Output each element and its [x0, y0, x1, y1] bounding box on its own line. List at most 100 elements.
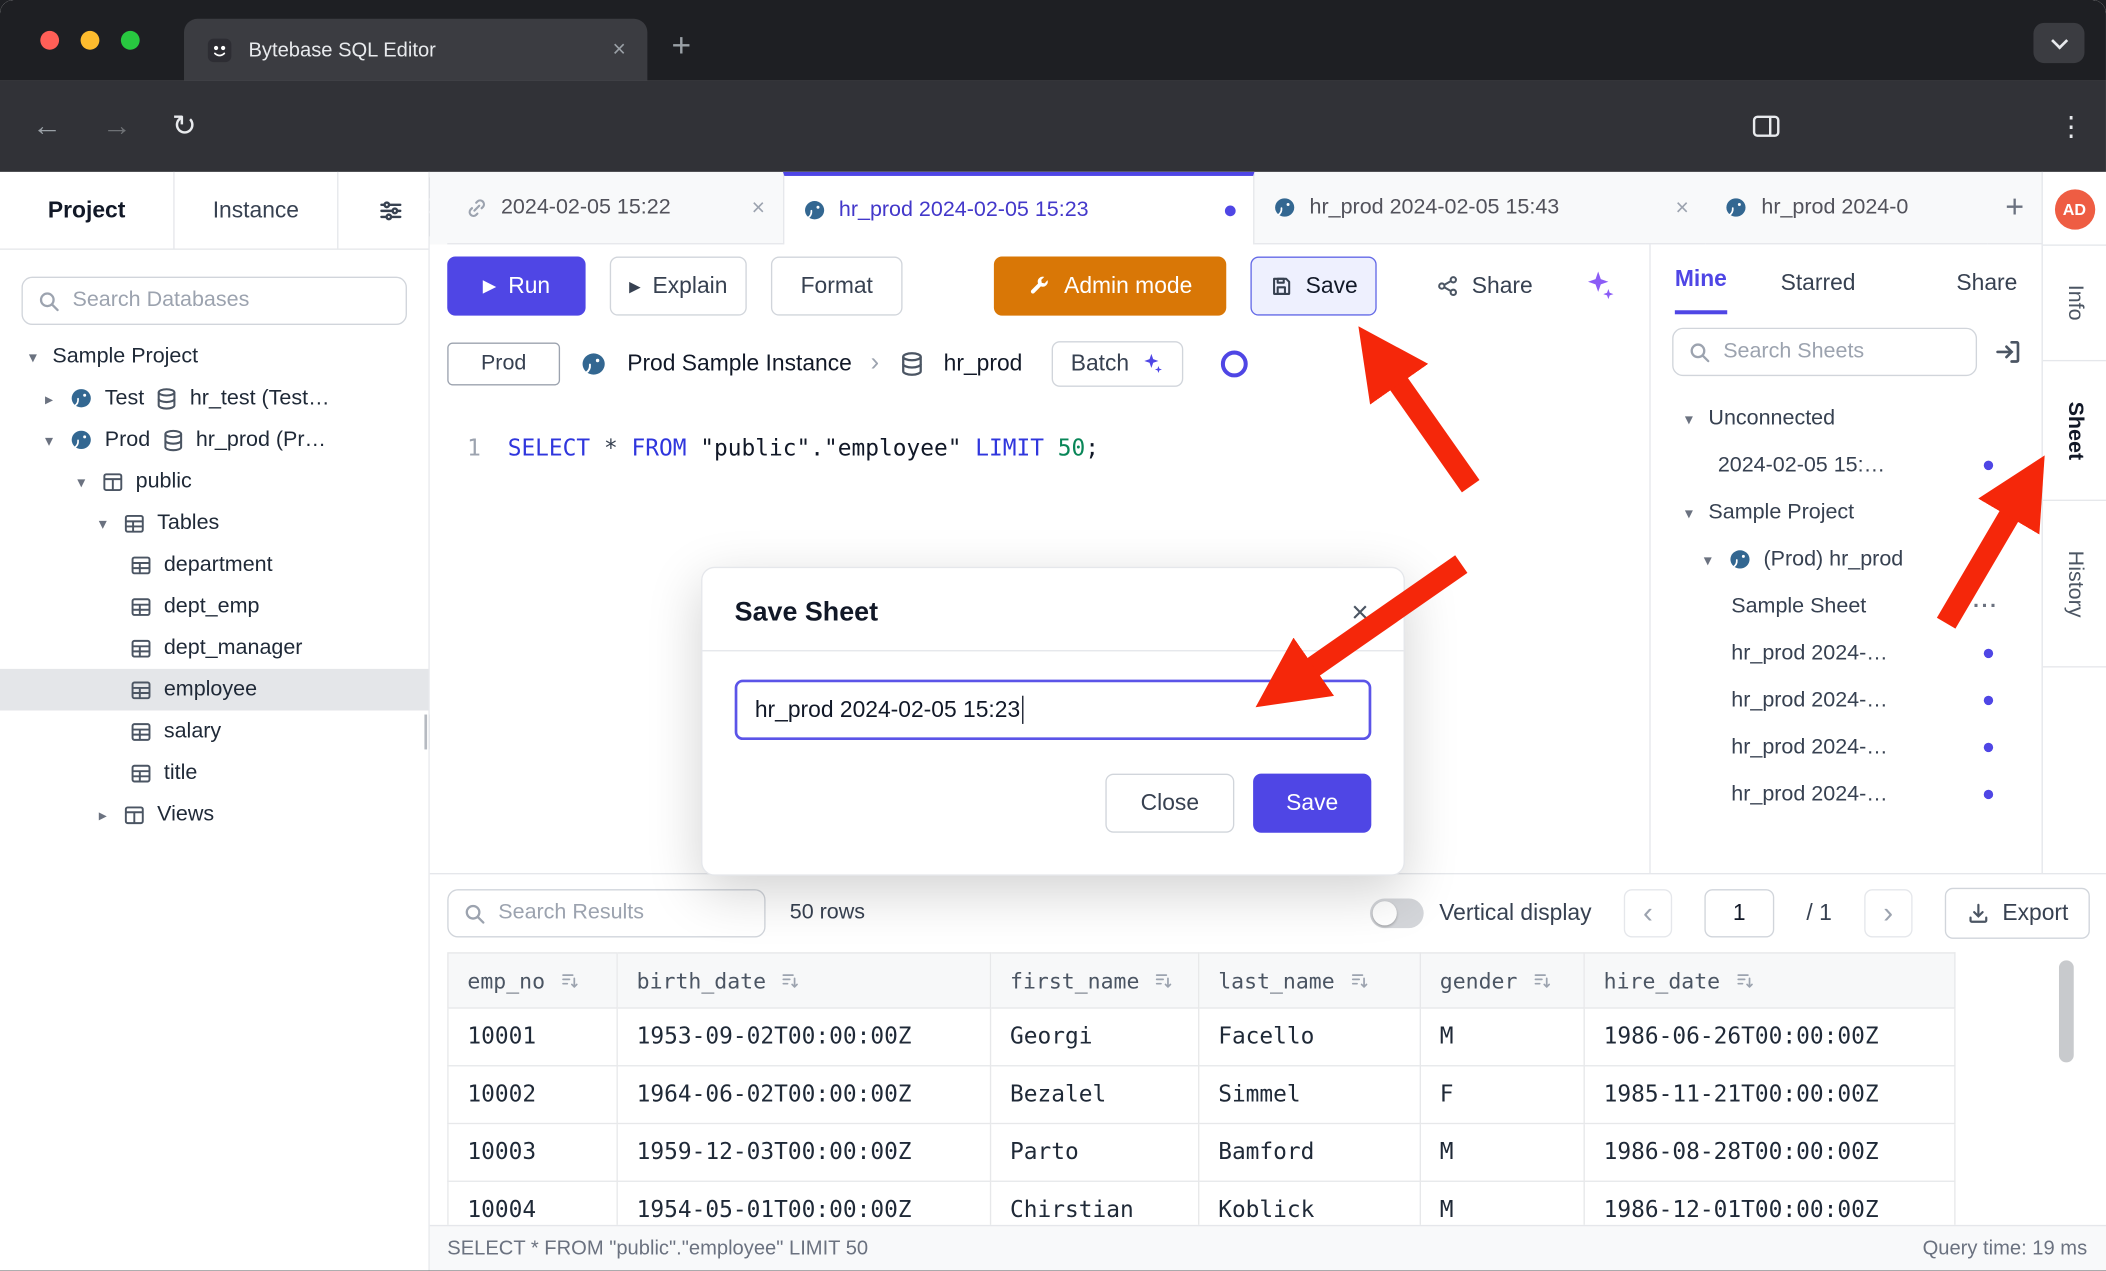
- avatar[interactable]: AD: [2054, 189, 2094, 229]
- sheet-item[interactable]: hr_prod 2024-…: [1651, 677, 2042, 724]
- column-header[interactable]: birth_date: [618, 952, 991, 1008]
- tree-item-prod-instance[interactable]: ▾ Prod hr_prod (Pr…: [0, 419, 428, 461]
- table-cell[interactable]: 1986-06-26T00:00:00Z: [1585, 1009, 1956, 1067]
- tab-sheet[interactable]: Sheet: [2043, 361, 2106, 501]
- table-cell[interactable]: 10001: [447, 1009, 618, 1067]
- table-cell[interactable]: 1986-08-28T00:00:00Z: [1585, 1124, 1956, 1182]
- add-tab-button[interactable]: +: [1988, 172, 2042, 245]
- tab-project[interactable]: Project: [0, 172, 175, 249]
- tree-item-tables[interactable]: ▾ Tables: [0, 502, 428, 544]
- zoom-window-button[interactable]: [121, 31, 140, 50]
- tab-mine[interactable]: Mine: [1675, 266, 1727, 314]
- table-cell[interactable]: Parto: [991, 1124, 1199, 1182]
- table-cell[interactable]: 1985-11-21T00:00:00Z: [1585, 1066, 1956, 1124]
- table-cell[interactable]: 1986-12-01T00:00:00Z: [1585, 1182, 1956, 1225]
- column-header[interactable]: hire_date: [1585, 952, 1956, 1008]
- sort-icon[interactable]: [1531, 970, 1552, 991]
- table-cell[interactable]: 1959-12-03T00:00:00Z: [618, 1124, 991, 1182]
- run-button[interactable]: ▶ Run: [447, 257, 585, 316]
- format-button[interactable]: Format: [771, 257, 903, 316]
- table-cell[interactable]: 1954-05-01T00:00:00Z: [618, 1182, 991, 1225]
- close-dialog-icon[interactable]: ×: [1351, 595, 1368, 630]
- sort-icon[interactable]: [1153, 970, 1174, 991]
- table-cell[interactable]: Bezalel: [991, 1066, 1199, 1124]
- database-name[interactable]: hr_prod: [944, 351, 1023, 378]
- sheet-name-input[interactable]: hr_prod 2024-02-05 15:23: [735, 680, 1372, 740]
- page-input[interactable]: [1704, 889, 1774, 937]
- ai-assistant-button[interactable]: [1575, 262, 1623, 310]
- share-button[interactable]: Share: [1417, 257, 1551, 316]
- tree-item-project[interactable]: ▾ Sample Project: [0, 336, 428, 378]
- column-header[interactable]: first_name: [991, 952, 1199, 1008]
- more-actions-icon[interactable]: ···: [1973, 594, 1998, 618]
- tab-instance[interactable]: Instance: [175, 172, 339, 249]
- table-cell[interactable]: 1964-06-02T00:00:00Z: [618, 1066, 991, 1124]
- dialog-close-button[interactable]: Close: [1105, 774, 1234, 833]
- tab-starred[interactable]: Starred: [1781, 270, 1856, 314]
- table-row[interactable]: 100031959-12-03T00:00:00ZPartoBamfordM19…: [447, 1124, 2106, 1182]
- table-row[interactable]: 100011953-09-02T00:00:00ZGeorgiFacelloM1…: [447, 1009, 2106, 1067]
- sheet-item[interactable]: 2024-02-05 15:…: [1651, 442, 2042, 489]
- table-cell[interactable]: M: [1421, 1182, 1585, 1225]
- tab-history[interactable]: History: [2043, 501, 2106, 668]
- chevron-down-icon[interactable]: ▾: [24, 347, 41, 366]
- export-button[interactable]: Export: [1945, 888, 2090, 939]
- tree-item-test-instance[interactable]: ▸ Test hr_test (Test…: [0, 377, 428, 419]
- sort-icon[interactable]: [779, 970, 800, 991]
- table-cell[interactable]: Simmel: [1199, 1066, 1421, 1124]
- save-button[interactable]: Save: [1250, 257, 1376, 316]
- table-row[interactable]: 100021964-06-02T00:00:00ZBezalelSimmelF1…: [447, 1066, 2106, 1124]
- tab-search-button[interactable]: [2033, 23, 2084, 63]
- sort-icon[interactable]: [558, 970, 579, 991]
- tree-item-table-dept-emp[interactable]: dept_emp: [0, 586, 428, 628]
- column-header[interactable]: gender: [1421, 952, 1585, 1008]
- sidebar-filter-button[interactable]: [377, 172, 428, 249]
- forward-button[interactable]: →: [102, 81, 132, 172]
- table-cell[interactable]: Chirstian: [991, 1182, 1199, 1225]
- new-tab-button[interactable]: +: [672, 27, 692, 66]
- admin-mode-button[interactable]: Admin mode: [994, 257, 1226, 316]
- dialog-save-button[interactable]: Save: [1253, 774, 1371, 833]
- sheet-item-sample-sheet[interactable]: Sample Sheet ···: [1651, 583, 2042, 630]
- database-search-input[interactable]: Search Databases: [21, 277, 406, 325]
- table-row[interactable]: 100041954-05-01T00:00:00ZChirstianKoblic…: [447, 1182, 2106, 1225]
- table-cell[interactable]: 10003: [447, 1124, 618, 1182]
- tree-item-table-title[interactable]: title: [0, 752, 428, 794]
- results-scrollbar[interactable]: [2059, 960, 2074, 1062]
- results-search-input[interactable]: Search Results: [447, 889, 765, 937]
- tree-item-table-department[interactable]: department: [0, 544, 428, 586]
- chevron-down-icon[interactable]: ▾: [1680, 409, 1697, 428]
- table-cell[interactable]: F: [1421, 1066, 1585, 1124]
- sheet-item[interactable]: hr_prod 2024-…: [1651, 724, 2042, 771]
- instance-name[interactable]: Prod Sample Instance: [627, 351, 852, 378]
- editor-tab-2-active[interactable]: hr_prod 2024-02-05 15:23: [782, 172, 1254, 245]
- sql-editor-line[interactable]: 1 SELECT * FROM "public"."employee" LIMI…: [430, 428, 1650, 468]
- sql-code[interactable]: SELECT * FROM "public"."employee" LIMIT …: [508, 428, 1099, 468]
- close-window-button[interactable]: [40, 31, 59, 50]
- table-cell[interactable]: 1953-09-02T00:00:00Z: [618, 1009, 991, 1067]
- window-controls[interactable]: [40, 31, 139, 50]
- next-page-button[interactable]: ›: [1864, 889, 1912, 937]
- sort-icon[interactable]: [1348, 970, 1369, 991]
- column-header[interactable]: emp_no: [447, 952, 618, 1008]
- tab-share[interactable]: Share: [1956, 270, 2017, 314]
- open-sheet-icon[interactable]: [1993, 337, 2023, 367]
- table-cell[interactable]: M: [1421, 1009, 1585, 1067]
- tree-item-table-dept-manager[interactable]: dept_manager: [0, 627, 428, 669]
- table-cell[interactable]: 10004: [447, 1182, 618, 1225]
- chevron-down-icon[interactable]: ▾: [73, 472, 90, 491]
- sheet-item[interactable]: hr_prod 2024-…: [1651, 771, 2042, 818]
- chevron-down-icon[interactable]: ▾: [40, 430, 57, 449]
- batch-button[interactable]: Batch: [1052, 341, 1183, 387]
- editor-tab-3[interactable]: hr_prod 2024-02-05 15:43 ×: [1254, 172, 1706, 245]
- tree-item-schema-public[interactable]: ▾ public: [0, 461, 428, 503]
- sort-icon[interactable]: [1734, 970, 1755, 991]
- explain-button[interactable]: ▶ Explain: [610, 257, 747, 316]
- sheet-item[interactable]: hr_prod 2024-…: [1651, 630, 2042, 677]
- chevron-down-icon[interactable]: ▾: [1680, 503, 1697, 522]
- close-tab-icon[interactable]: ×: [613, 36, 626, 63]
- sheet-search-input[interactable]: Search Sheets: [1672, 328, 1977, 376]
- sheet-group-project[interactable]: ▾ Sample Project: [1651, 489, 2042, 536]
- table-cell[interactable]: 10002: [447, 1066, 618, 1124]
- tree-item-table-salary[interactable]: salary: [0, 710, 428, 752]
